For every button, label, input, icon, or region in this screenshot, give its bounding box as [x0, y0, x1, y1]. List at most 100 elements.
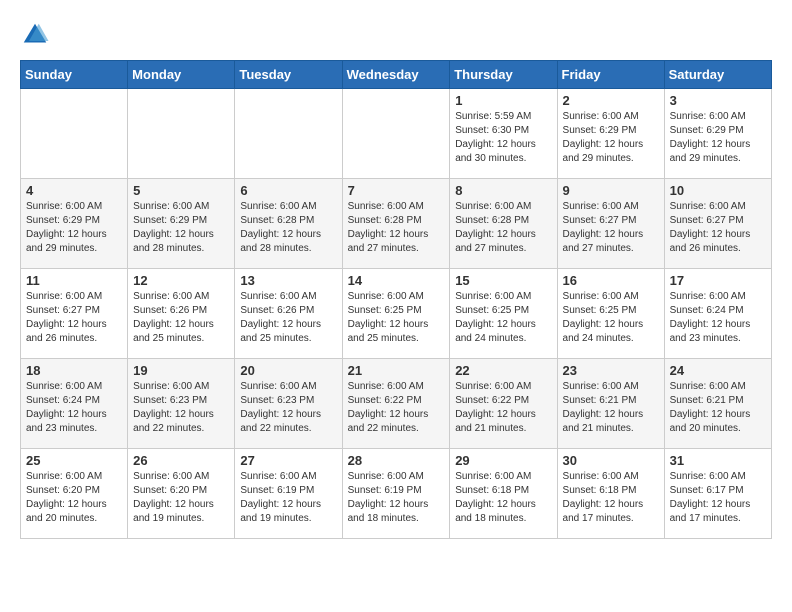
day-number: 6: [240, 183, 336, 198]
day-number: 19: [133, 363, 229, 378]
day-number: 4: [26, 183, 122, 198]
calendar-day-cell: 28 Sunrise: 6:00 AMSunset: 6:19 PMDayligh…: [342, 449, 450, 539]
day-info: Sunrise: 6:00 AMSunset: 6:24 PMDaylight:…: [26, 380, 122, 436]
logo-icon: [20, 20, 50, 50]
calendar-day-cell: 5Sunrise: 6:00 AMSunset: 6:29 PMDaylight…: [128, 179, 235, 269]
day-number: 2: [563, 93, 659, 108]
day-number: 8: [455, 183, 551, 198]
calendar-day-cell: 29Sunrise: 6:00 AMSunset: 6:18 PMDayligh…: [450, 449, 557, 539]
calendar-day-cell: 27 Sunrise: 6:00 AMSunset: 6:19 PMDayligh…: [235, 449, 342, 539]
calendar-day-cell: 12Sunrise: 6:00 AMSunset: 6:26 PMDayligh…: [128, 269, 235, 359]
day-info: Sunrise: 6:00 AMSunset: 6:25 PMDaylight:…: [563, 290, 659, 346]
day-info: Sunrise: 6:00 AMSunset: 6:19 PMDaylight:…: [348, 470, 445, 526]
calendar-day-cell: 6 Sunrise: 6:00 AMSunset: 6:28 PMDaylight…: [235, 179, 342, 269]
day-info: Sunrise: 6:00 AMSunset: 6:22 PMDaylight:…: [348, 380, 445, 436]
day-of-week-header: Wednesday: [342, 61, 450, 89]
day-number: 20: [240, 363, 336, 378]
day-number: 14: [348, 273, 445, 288]
day-number: 25: [26, 453, 122, 468]
calendar-day-cell: 21 Sunrise: 6:00 AMSunset: 6:22 PMDayligh…: [342, 359, 450, 449]
day-number: 22: [455, 363, 551, 378]
calendar-day-cell: [21, 89, 128, 179]
calendar-day-cell: 22Sunrise: 6:00 AMSunset: 6:22 PMDayligh…: [450, 359, 557, 449]
calendar-day-cell: [128, 89, 235, 179]
day-number: 27: [240, 453, 336, 468]
calendar-day-cell: 2Sunrise: 6:00 AMSunset: 6:29 PMDaylight…: [557, 89, 664, 179]
day-info: Sunrise: 5:59 AMSunset: 6:30 PMDaylight:…: [455, 110, 551, 166]
calendar-day-cell: 19 Sunrise: 6:00 AMSunset: 6:23 PMDayligh…: [128, 359, 235, 449]
day-number: 3: [670, 93, 766, 108]
day-info: Sunrise: 6:00 AMSunset: 6:19 PMDaylight:…: [240, 470, 336, 526]
calendar-week-row: 4 Sunrise: 6:00 AMSunset: 6:29 PMDaylight…: [21, 179, 772, 269]
day-info: Sunrise: 6:00 AMSunset: 6:27 PMDaylight:…: [563, 200, 659, 256]
day-info: Sunrise: 6:00 AMSunset: 6:27 PMDaylight:…: [670, 200, 766, 256]
calendar-day-cell: 10 Sunrise: 6:00 AMSunset: 6:27 PMDayligh…: [664, 179, 771, 269]
calendar-week-row: 25 Sunrise: 6:00 AMSunset: 6:20 PMDayligh…: [21, 449, 772, 539]
calendar-day-cell: 14 Sunrise: 6:00 AMSunset: 6:25 PMDayligh…: [342, 269, 450, 359]
day-info: Sunrise: 6:00 AMSunset: 6:28 PMDaylight:…: [455, 200, 551, 256]
calendar-day-cell: 24 Sunrise: 6:00 AMSunset: 6:21 PMDayligh…: [664, 359, 771, 449]
day-info: Sunrise: 6:00 AMSunset: 6:26 PMDaylight:…: [133, 290, 229, 346]
calendar-day-cell: 13 Sunrise: 6:00 AMSunset: 6:26 PMDayligh…: [235, 269, 342, 359]
calendar-day-cell: 16Sunrise: 6:00 AMSunset: 6:25 PMDayligh…: [557, 269, 664, 359]
calendar-header-row: SundayMondayTuesdayWednesdayThursdayFrid…: [21, 61, 772, 89]
calendar-day-cell: [235, 89, 342, 179]
day-number: 17: [670, 273, 766, 288]
calendar-day-cell: 26 Sunrise: 6:00 AMSunset: 6:20 PMDayligh…: [128, 449, 235, 539]
calendar-day-cell: 31 Sunrise: 6:00 AMSunset: 6:17 PMDayligh…: [664, 449, 771, 539]
calendar-day-cell: 18 Sunrise: 6:00 AMSunset: 6:24 PMDayligh…: [21, 359, 128, 449]
day-number: 18: [26, 363, 122, 378]
day-info: Sunrise: 6:00 AMSunset: 6:25 PMDaylight:…: [455, 290, 551, 346]
calendar-day-cell: 15 Sunrise: 6:00 AMSunset: 6:25 PMDayligh…: [450, 269, 557, 359]
day-info: Sunrise: 6:00 AMSunset: 6:20 PMDaylight:…: [133, 470, 229, 526]
day-info: Sunrise: 6:00 AMSunset: 6:23 PMDaylight:…: [133, 380, 229, 436]
page-header: [20, 20, 772, 50]
day-of-week-header: Saturday: [664, 61, 771, 89]
day-number: 13: [240, 273, 336, 288]
calendar-day-cell: 11 Sunrise: 6:00 AMSunset: 6:27 PMDayligh…: [21, 269, 128, 359]
calendar-day-cell: 30 Sunrise: 6:00 AMSunset: 6:18 PMDayligh…: [557, 449, 664, 539]
day-number: 23: [563, 363, 659, 378]
day-info: Sunrise: 6:00 AMSunset: 6:23 PMDaylight:…: [240, 380, 336, 436]
day-number: 9: [563, 183, 659, 198]
day-number: 1: [455, 93, 551, 108]
day-number: 30: [563, 453, 659, 468]
day-info: Sunrise: 6:00 AMSunset: 6:17 PMDaylight:…: [670, 470, 766, 526]
day-info: Sunrise: 6:00 AMSunset: 6:29 PMDaylight:…: [26, 200, 122, 256]
day-info: Sunrise: 6:00 AMSunset: 6:21 PMDaylight:…: [670, 380, 766, 436]
day-number: 28: [348, 453, 445, 468]
calendar-day-cell: 4 Sunrise: 6:00 AMSunset: 6:29 PMDaylight…: [21, 179, 128, 269]
day-of-week-header: Sunday: [21, 61, 128, 89]
calendar-week-row: 1 Sunrise: 5:59 AMSunset: 6:30 PMDaylight…: [21, 89, 772, 179]
day-info: Sunrise: 6:00 AMSunset: 6:26 PMDaylight:…: [240, 290, 336, 346]
day-info: Sunrise: 6:00 AMSunset: 6:21 PMDaylight:…: [563, 380, 659, 436]
day-number: 11: [26, 273, 122, 288]
day-info: Sunrise: 6:00 AMSunset: 6:18 PMDaylight:…: [563, 470, 659, 526]
calendar-day-cell: 23 Sunrise: 6:00 AMSunset: 6:21 PMDayligh…: [557, 359, 664, 449]
day-info: Sunrise: 6:00 AMSunset: 6:27 PMDaylight:…: [26, 290, 122, 346]
calendar-table: SundayMondayTuesdayWednesdayThursdayFrid…: [20, 60, 772, 539]
calendar-day-cell: 25Sunrise: 6:00 AMSunset: 6:20 PMDayligh…: [21, 449, 128, 539]
day-number: 26: [133, 453, 229, 468]
day-number: 21: [348, 363, 445, 378]
day-info: Sunrise: 6:00 AMSunset: 6:25 PMDaylight:…: [348, 290, 445, 346]
day-of-week-header: Tuesday: [235, 61, 342, 89]
calendar-day-cell: 8 Sunrise: 6:00 AMSunset: 6:28 PMDaylight…: [450, 179, 557, 269]
calendar-day-cell: 9 Sunrise: 6:00 AMSunset: 6:27 PMDaylight…: [557, 179, 664, 269]
day-number: 15: [455, 273, 551, 288]
day-of-week-header: Thursday: [450, 61, 557, 89]
day-number: 10: [670, 183, 766, 198]
day-of-week-header: Friday: [557, 61, 664, 89]
day-number: 5: [133, 183, 229, 198]
day-info: Sunrise: 6:00 AMSunset: 6:28 PMDaylight:…: [348, 200, 445, 256]
day-info: Sunrise: 6:00 AMSunset: 6:29 PMDaylight:…: [670, 110, 766, 166]
calendar-day-cell: 17Sunrise: 6:00 AMSunset: 6:24 PMDayligh…: [664, 269, 771, 359]
calendar-day-cell: 1 Sunrise: 5:59 AMSunset: 6:30 PMDaylight…: [450, 89, 557, 179]
calendar-week-row: 11 Sunrise: 6:00 AMSunset: 6:27 PMDayligh…: [21, 269, 772, 359]
calendar-week-row: 18 Sunrise: 6:00 AMSunset: 6:24 PMDayligh…: [21, 359, 772, 449]
day-number: 31: [670, 453, 766, 468]
day-info: Sunrise: 6:00 AMSunset: 6:28 PMDaylight:…: [240, 200, 336, 256]
calendar-day-cell: [342, 89, 450, 179]
calendar-day-cell: 20 Sunrise: 6:00 AMSunset: 6:23 PMDayligh…: [235, 359, 342, 449]
day-number: 24: [670, 363, 766, 378]
